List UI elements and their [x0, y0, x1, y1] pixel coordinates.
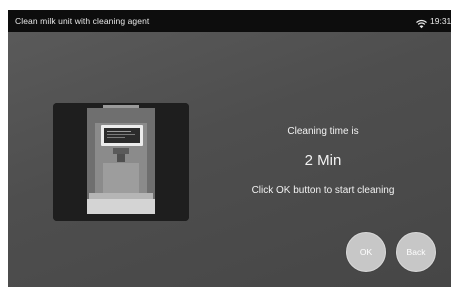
screen-title: Clean milk unit with cleaning agent — [15, 16, 150, 26]
cleaning-instruction: Click OK button to start cleaning — [251, 185, 395, 196]
cleaning-time-label: Cleaning time is — [287, 126, 359, 137]
status-bar: Clean milk unit with cleaning agent 19:3… — [8, 10, 451, 32]
screen: Clean milk unit with cleaning agent 19:3… — [8, 10, 451, 287]
ok-button[interactable]: OK — [346, 232, 386, 272]
back-button[interactable]: Back — [396, 232, 436, 272]
wifi-icon — [416, 16, 427, 29]
coffee-machine-icon — [53, 103, 189, 221]
cleaning-time-value: 2 Min — [304, 152, 342, 169]
clock: 19:31 — [430, 16, 451, 26]
coffee-machine-illustration — [53, 103, 189, 221]
